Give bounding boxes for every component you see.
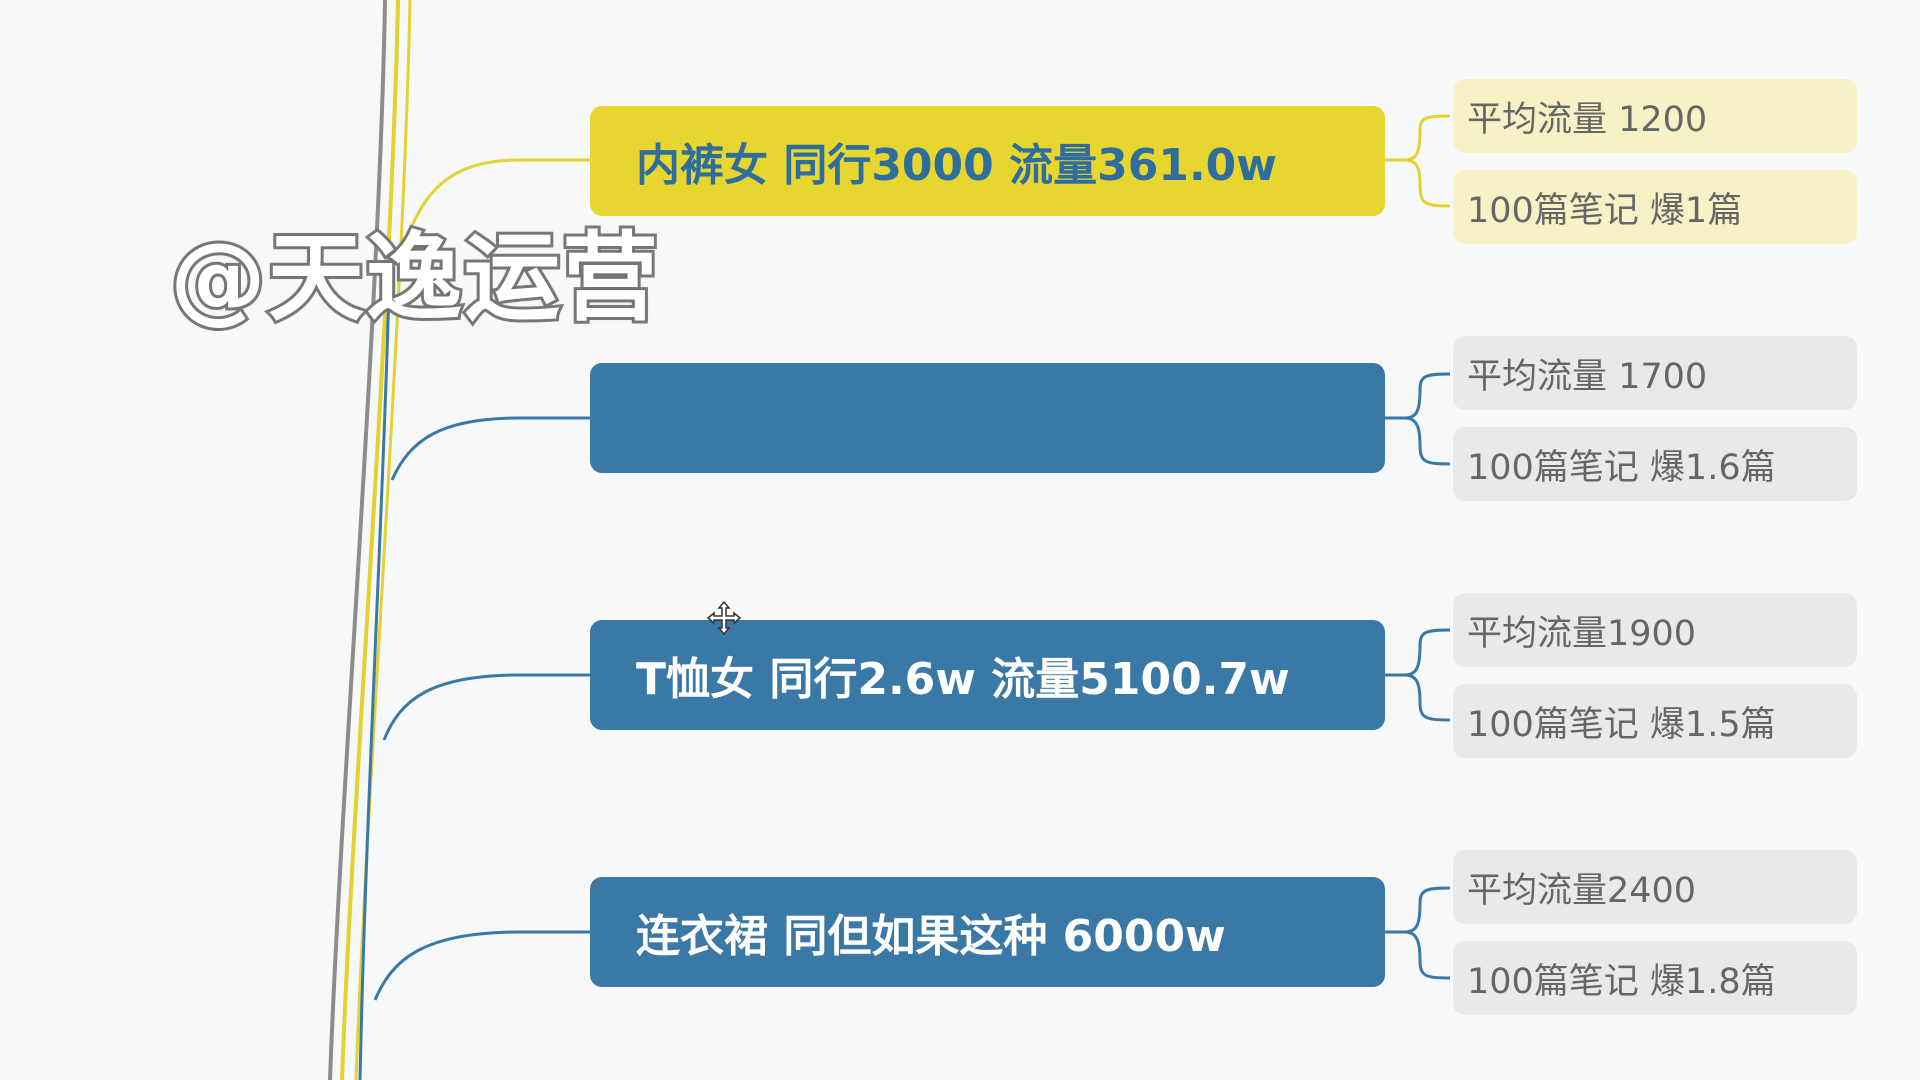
subtopic-label: 100篇笔记 爆1.6篇 [1467,447,1776,488]
subtopic-label: 平均流量2400 [1467,870,1697,911]
subtopic-label: 平均流量 1200 [1467,99,1708,140]
subtopic-label: 100篇笔记 爆1.5篇 [1467,704,1776,745]
trunk-line-yellow-2 [354,0,412,1080]
branch-connector-4 [373,930,590,1001]
subtopic-label: 平均流量1900 [1467,613,1697,654]
topic-obscured[interactable] [590,363,1385,473]
topic-tshirt[interactable]: T恤女 同行2.6w 流量5100.7w [590,620,1385,730]
sub-connector-3 [1385,628,1451,722]
branch-connector-2 [390,416,590,481]
subtopic-label: 100篇笔记 爆1篇 [1467,190,1743,231]
mindmap-canvas[interactable]: 内裤女 同行3000 流量361.0w 平均流量 1200 100篇笔记 爆1篇… [0,0,1920,1080]
watermark-text: @天逸运营 [167,219,661,337]
subtopic-label: 平均流量 1700 [1467,356,1708,397]
trunk-line-yellow-1 [340,0,400,1080]
sub-connector-1 [1385,114,1451,208]
move-cursor-icon [706,600,742,636]
subtopic-avg-traffic[interactable]: 平均流量 1200 [1453,79,1857,153]
subtopic-avg-traffic[interactable]: 平均流量1900 [1453,593,1857,667]
sub-connector-4 [1385,886,1451,980]
subtopic-notes-hits[interactable]: 100篇笔记 爆1.5篇 [1453,684,1857,758]
subtopic-avg-traffic[interactable]: 平均流量2400 [1453,850,1857,924]
topic-label: T恤女 同行2.6w 流量5100.7w [636,654,1290,705]
subtopic-notes-hits[interactable]: 100篇笔记 爆1.6篇 [1453,427,1857,501]
subtopic-label: 100篇笔记 爆1.8篇 [1467,961,1776,1002]
topic-label: 连衣裙 同但如果这种 6000w [636,911,1226,962]
topic-dress[interactable]: 连衣裙 同但如果这种 6000w [590,877,1385,987]
subtopic-notes-hits[interactable]: 100篇笔记 爆1篇 [1453,170,1857,244]
sub-connector-2 [1385,372,1451,466]
subtopic-notes-hits[interactable]: 100篇笔记 爆1.8篇 [1453,941,1857,1015]
trunk-line-gray [328,0,387,1080]
trunk-line-blue [358,249,392,1080]
topic-label: 内裤女 同行3000 流量361.0w [636,140,1277,191]
branch-connector-3 [382,673,590,741]
subtopic-avg-traffic[interactable]: 平均流量 1700 [1453,336,1857,410]
topic-underwear[interactable]: 内裤女 同行3000 流量361.0w [590,106,1385,216]
